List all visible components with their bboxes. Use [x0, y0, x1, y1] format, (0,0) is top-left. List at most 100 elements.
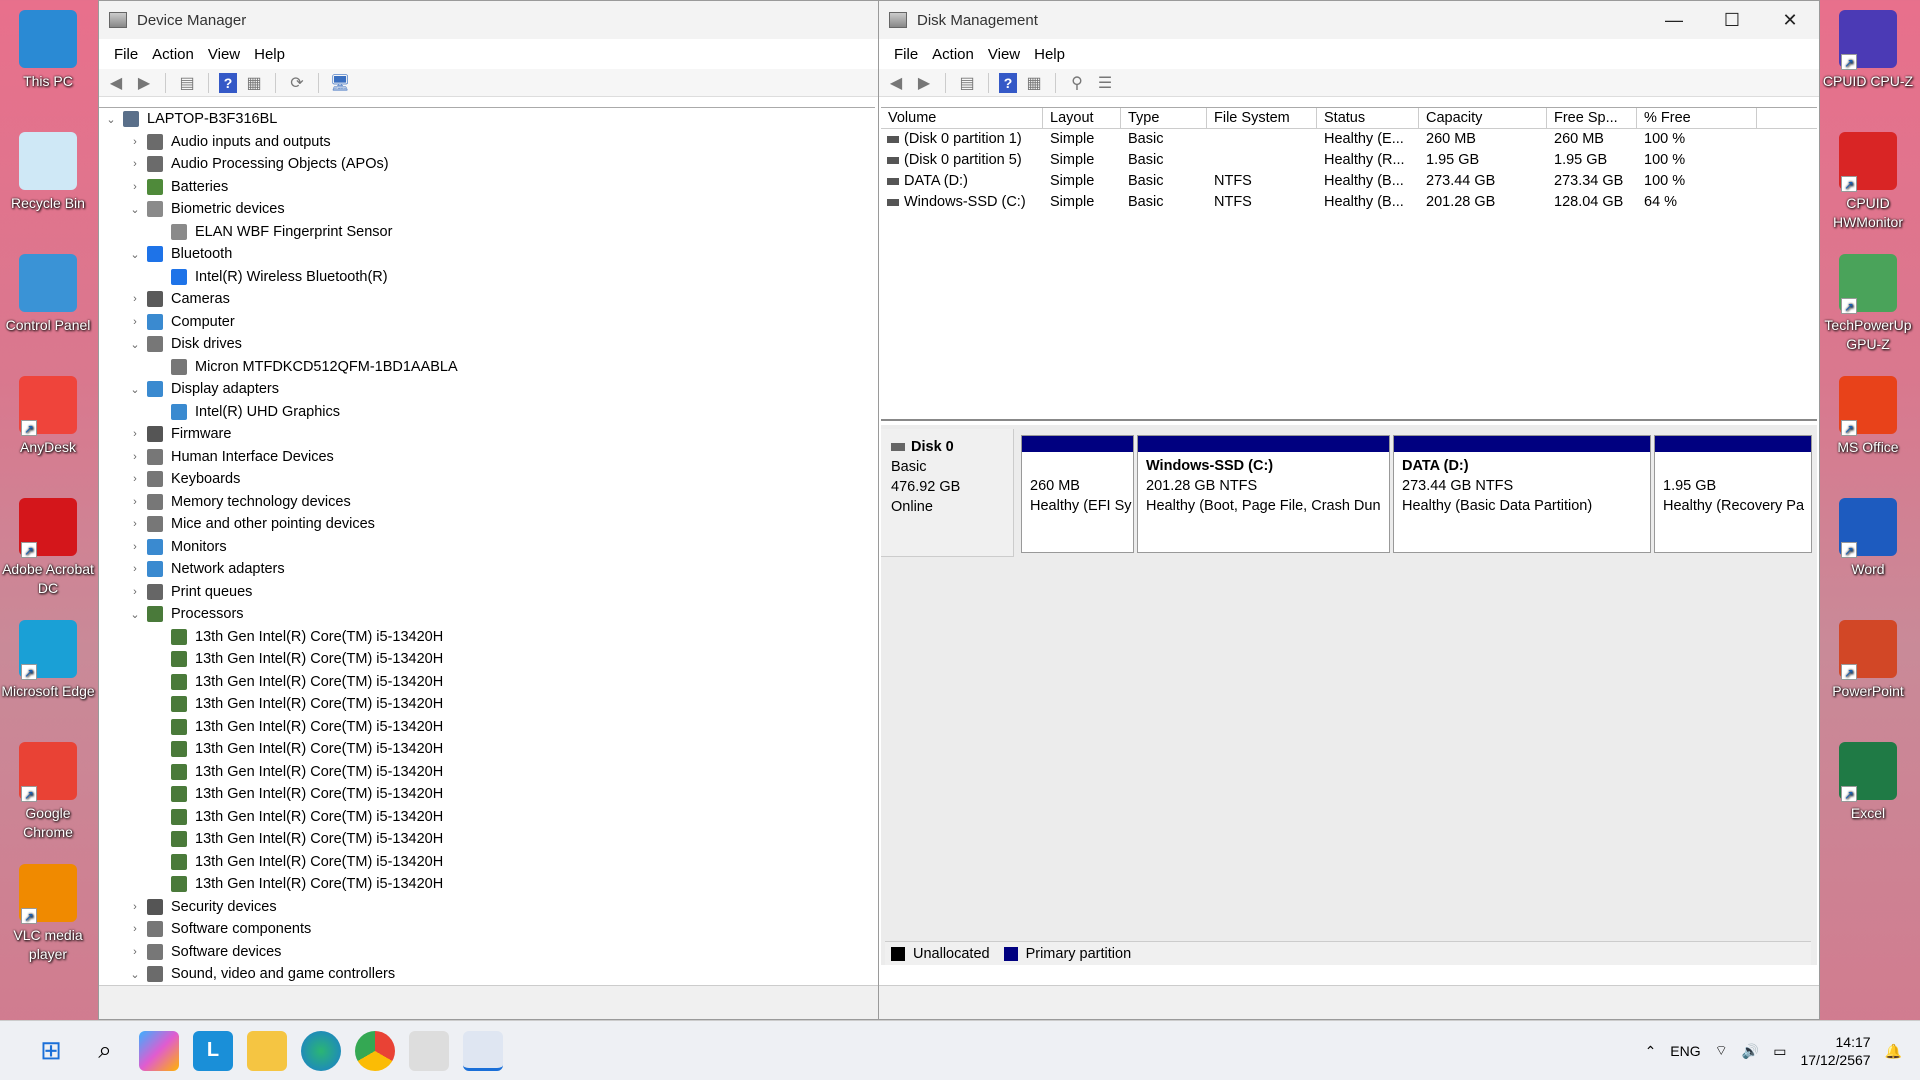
tree-category[interactable]: › Memory technology devices: [99, 491, 875, 514]
back-icon[interactable]: ◀: [885, 72, 907, 94]
maximize-icon[interactable]: ☐: [1703, 1, 1761, 39]
tree-category[interactable]: › Cameras: [99, 288, 875, 311]
tree-category[interactable]: › Audio Processing Objects (APOs): [99, 153, 875, 176]
settings-list-icon[interactable]: ☰: [1094, 72, 1116, 94]
menu-action[interactable]: Action: [925, 46, 981, 63]
search-icon[interactable]: ⌕: [85, 1031, 125, 1071]
tree-category[interactable]: › Audio inputs and outputs: [99, 131, 875, 154]
tree-device-item[interactable]: 13th Gen Intel(R) Core(TM) i5-13420H: [99, 648, 875, 671]
tree-device-item[interactable]: 13th Gen Intel(R) Core(TM) i5-13420H: [99, 851, 875, 874]
desktop-icon-edge[interactable]: ↗ Microsoft Edge: [0, 610, 96, 701]
notification-bell-icon[interactable]: 🔔: [1885, 1043, 1902, 1060]
tree-device-item[interactable]: 13th Gen Intel(R) Core(TM) i5-13420H: [99, 783, 875, 806]
column-header[interactable]: Layout: [1043, 108, 1121, 128]
tree-category[interactable]: ⌄ Processors: [99, 603, 875, 626]
partition-recovery[interactable]: 1.95 GB Healthy (Recovery Pa: [1654, 435, 1812, 553]
edge-icon[interactable]: [301, 1030, 341, 1071]
volume-row[interactable]: DATA (D:) Simple Basic NTFS Healthy (B... 273…: [881, 171, 1817, 192]
tree-category[interactable]: ⌄ Disk drives: [99, 333, 875, 356]
battery-icon[interactable]: ▭: [1773, 1043, 1786, 1060]
disk-management-taskbar-icon[interactable]: [463, 1030, 503, 1071]
column-header[interactable]: Free Sp...: [1547, 108, 1637, 128]
tree-category[interactable]: › Computer: [99, 311, 875, 334]
chevron-up-icon[interactable]: ⌃: [1645, 1043, 1657, 1060]
tree-device-item[interactable]: 13th Gen Intel(R) Core(TM) i5-13420H: [99, 873, 875, 896]
menu-action[interactable]: Action: [145, 46, 201, 63]
minimize-icon[interactable]: —: [1645, 1, 1703, 39]
volume-row[interactable]: Windows-SSD (C:) Simple Basic NTFS Healthy (…: [881, 192, 1817, 213]
column-header[interactable]: Status: [1317, 108, 1419, 128]
desktop-icon-control-panel[interactable]: Control Panel: [0, 244, 96, 335]
chevron-right-icon[interactable]: ›: [127, 181, 143, 193]
desktop-icon-recycle-bin[interactable]: Recycle Bin: [0, 122, 96, 213]
tree-category[interactable]: › Human Interface Devices: [99, 446, 875, 469]
close-icon[interactable]: ✕: [1761, 1, 1819, 39]
partition-data[interactable]: DATA (D:) 273.44 GB NTFS Healthy (Basic …: [1393, 435, 1651, 553]
language-indicator[interactable]: ENG: [1670, 1043, 1700, 1059]
menu-file[interactable]: File: [887, 46, 925, 63]
tree-category[interactable]: › Mice and other pointing devices: [99, 513, 875, 536]
partition-windows-ssd[interactable]: Windows-SSD (C:) 201.28 GB NTFS Healthy …: [1137, 435, 1390, 553]
volume-row[interactable]: (Disk 0 partition 1) Simple Basic Healthy (…: [881, 129, 1817, 150]
desktop-icon-monitor[interactable]: This PC: [0, 0, 96, 91]
tree-device-item[interactable]: Micron MTFDKCD512QFM-1BD1AABLA: [99, 356, 875, 379]
chevron-right-icon[interactable]: ›: [127, 563, 143, 575]
tree-device-item[interactable]: Intel(R) UHD Graphics: [99, 401, 875, 424]
chevron-right-icon[interactable]: ›: [127, 316, 143, 328]
tree-category[interactable]: › Network adapters: [99, 558, 875, 581]
tree-category[interactable]: › Monitors: [99, 536, 875, 559]
desktop-icon-vlc[interactable]: ↗ VLC media player: [0, 854, 96, 964]
tree-category[interactable]: › Firmware: [99, 423, 875, 446]
chevron-right-icon[interactable]: ›: [127, 518, 143, 530]
help-icon[interactable]: ?: [219, 72, 237, 93]
tree-device-item[interactable]: 13th Gen Intel(R) Core(TM) i5-13420H: [99, 761, 875, 784]
properties-icon[interactable]: ▦: [243, 72, 265, 94]
tree-category[interactable]: ⌄ Biometric devices: [99, 198, 875, 221]
chevron-right-icon[interactable]: ›: [127, 158, 143, 170]
tree-category[interactable]: › Security devices: [99, 896, 875, 919]
chrome-icon[interactable]: [355, 1030, 395, 1071]
tree-device-item[interactable]: 13th Gen Intel(R) Core(TM) i5-13420H: [99, 671, 875, 694]
tree-device-item[interactable]: Intel(R) Wireless Bluetooth(R): [99, 266, 875, 289]
tree-root[interactable]: ⌄ LAPTOP-B3F316BL: [99, 108, 875, 131]
copilot-icon[interactable]: [139, 1030, 179, 1071]
tree-category[interactable]: › Print queues: [99, 581, 875, 604]
properties-icon[interactable]: ▦: [1023, 72, 1045, 94]
column-header[interactable]: File System: [1207, 108, 1317, 128]
device-manager-titlebar[interactable]: Device Manager: [99, 1, 879, 39]
tree-device-item[interactable]: 13th Gen Intel(R) Core(TM) i5-13420H: [99, 738, 875, 761]
show-hide-console-tree-icon[interactable]: ▤: [956, 72, 978, 94]
start-icon[interactable]: ⊞: [31, 1031, 71, 1071]
desktop-icon-chrome[interactable]: ↗ Google Chrome: [0, 732, 96, 842]
update-driver-icon[interactable]: ⟳: [286, 72, 308, 94]
column-header[interactable]: Capacity: [1419, 108, 1547, 128]
desktop-icon-word[interactable]: ↗ Word: [1820, 488, 1916, 579]
desktop-icon-powerpoint[interactable]: ↗ PowerPoint: [1820, 610, 1916, 701]
volume-icon[interactable]: 🔊: [1742, 1043, 1759, 1060]
partition-efi[interactable]: 260 MB Healthy (EFI Sy: [1021, 435, 1134, 553]
chevron-right-icon[interactable]: ›: [127, 451, 143, 463]
desktop-icon-anydesk[interactable]: ↗ AnyDesk: [0, 366, 96, 457]
menu-help[interactable]: Help: [1027, 46, 1072, 63]
desktop-icon-hwmonitor[interactable]: ↗ CPUID HWMonitor: [1820, 122, 1916, 232]
tree-device-item[interactable]: ELAN WBF Fingerprint Sensor: [99, 221, 875, 244]
clock[interactable]: 14:17 17/12/2567: [1800, 1033, 1870, 1069]
show-hide-console-tree-icon[interactable]: ▤: [176, 72, 198, 94]
chevron-right-icon[interactable]: ›: [127, 136, 143, 148]
menu-view[interactable]: View: [201, 46, 247, 63]
volume-row[interactable]: (Disk 0 partition 5) Simple Basic Healthy (…: [881, 150, 1817, 171]
help-icon[interactable]: ?: [999, 72, 1017, 93]
tree-category[interactable]: › Software devices: [99, 941, 875, 964]
chevron-down-icon[interactable]: ⌄: [127, 608, 143, 621]
chevron-right-icon[interactable]: ›: [127, 541, 143, 553]
menu-file[interactable]: File: [107, 46, 145, 63]
chevron-right-icon[interactable]: ›: [127, 923, 143, 935]
tree-device-item[interactable]: 13th Gen Intel(R) Core(TM) i5-13420H: [99, 806, 875, 829]
chevron-right-icon[interactable]: ›: [127, 428, 143, 440]
chevron-down-icon[interactable]: ⌄: [127, 968, 143, 981]
disk-management-titlebar[interactable]: Disk Management — ☐ ✕: [879, 1, 1819, 39]
chevron-right-icon[interactable]: ›: [127, 473, 143, 485]
chevron-down-icon[interactable]: ⌄: [127, 248, 143, 261]
chevron-down-icon[interactable]: ⌄: [127, 338, 143, 351]
desktop-icon-cpuz[interactable]: ↗ CPUID CPU-Z: [1820, 0, 1916, 91]
